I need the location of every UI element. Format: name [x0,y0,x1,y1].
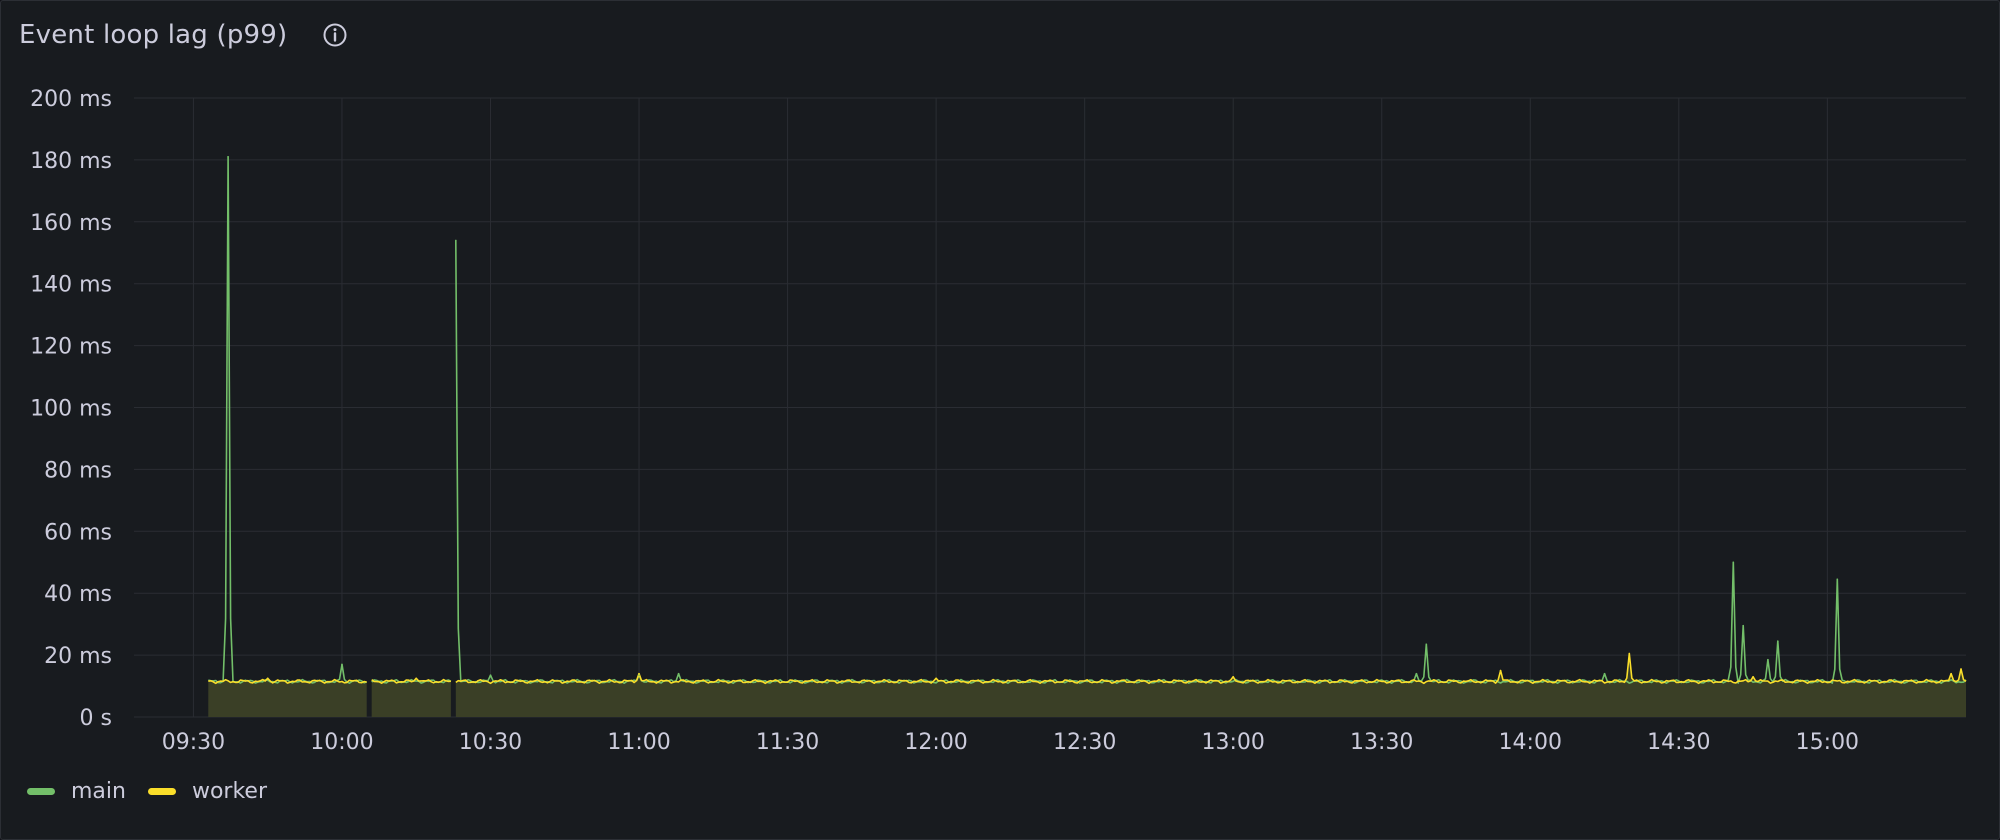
y-tick-label: 60 ms [44,520,112,545]
legend-item-worker[interactable]: worker [147,779,268,804]
data-point-worker [415,677,418,680]
chart-panel: Event loop lag (p99) 0 s 20 ms 40 ms 60 ms 8… [0,0,2000,840]
x-tick-label: 10:00 [310,730,373,755]
data-point-worker [1960,668,1962,670]
y-tick-label: 80 ms [44,458,112,483]
y-tick-label: 20 ms [44,644,112,669]
panel-header: Event loop lag (p99) [19,15,349,55]
data-point-main [455,239,457,242]
legend-swatch-main [27,788,55,795]
legend-swatch-worker [147,788,176,795]
data-point-main [677,672,680,675]
y-tick-label: 180 ms [30,149,112,174]
data-point-worker [1752,675,1754,678]
data-point-main [489,674,492,677]
x-tick-label: 13:00 [1201,730,1264,755]
data-point-main [1603,672,1606,675]
data-point-main [638,674,640,677]
worker-area-fill [455,653,1966,717]
y-tick-label: 160 ms [30,211,112,236]
y-tick-label: 140 ms [30,273,112,298]
data-point-main [1767,658,1769,661]
data-point-main [1742,624,1744,627]
data-point-main [1777,640,1779,642]
x-tick-label: 12:00 [904,730,967,755]
y-tick-label: 100 ms [30,397,112,422]
x-tick-label: 14:00 [1499,730,1562,755]
legend-label-worker: worker [191,779,268,804]
series-line-main [455,240,1967,684]
legend-label-main: main [71,779,126,804]
x-tick-label: 09:30 [162,730,225,755]
data-point-worker [1499,669,1502,672]
series-line-main [208,156,367,684]
y-tick-label: 40 ms [44,582,112,607]
x-tick-label: 12:30 [1053,730,1116,755]
data-point-main [1425,643,1428,646]
legend-item-main[interactable]: main [27,779,126,804]
x-tick-label: 14:30 [1647,730,1710,755]
panel-title: Event loop lag (p99) [19,20,288,50]
worker-area-fill [371,678,451,717]
x-tick-label: 10:30 [459,730,522,755]
lag-chart[interactable]: 0 s 20 ms 40 ms 60 ms 80 ms 100 ms 120 ms 140 m… [1,71,1991,761]
x-tick-label: 15:00 [1796,730,1859,755]
x-tick-label: 13:30 [1350,730,1413,755]
x-tick-label: 11:00 [607,730,670,755]
data-point-worker [266,677,269,680]
data-point-worker [1628,652,1631,655]
y-tick-label: 120 ms [30,335,112,360]
data-point-worker [935,677,937,680]
data-point-worker [638,672,640,675]
data-point-main [341,663,343,666]
y-tick-label: 200 ms [30,87,112,112]
legend: main worker [27,779,289,804]
data-point-main [1836,578,1839,581]
data-point-worker [1232,675,1234,678]
y-tick-label: 0 s [80,706,112,731]
x-tick-label: 11:30 [756,730,819,755]
data-point-main [227,156,229,158]
info-circle-icon[interactable] [321,21,349,49]
data-point-worker [1950,672,1952,675]
data-point-main [1732,561,1735,564]
data-point-main [1415,672,1418,675]
worker-area-fill [208,678,367,717]
